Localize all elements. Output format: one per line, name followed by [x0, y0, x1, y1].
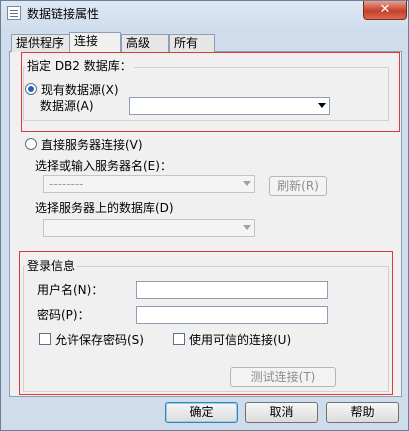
- save-password-label: 允许保存密码(S): [55, 333, 144, 347]
- refresh-button[interactable]: 刷新(R): [269, 176, 327, 196]
- login-group-legend: 登录信息: [25, 257, 78, 274]
- chevron-down-icon: [242, 178, 252, 188]
- save-password-checkbox[interactable]: [39, 333, 51, 345]
- username-field[interactable]: [136, 281, 328, 299]
- tab-all[interactable]: 所有: [169, 34, 215, 52]
- existing-source-label: 现有数据源(X): [41, 83, 119, 97]
- ok-button[interactable]: 确定: [165, 402, 238, 423]
- password-field[interactable]: [136, 306, 328, 324]
- server-name-label: 选择或输入服务器名(E)：: [35, 159, 172, 173]
- direct-connection-label: 直接服务器连接(V): [41, 138, 143, 152]
- tab-connection[interactable]: 连接: [69, 32, 121, 52]
- source-label: 数据源(A): [40, 99, 94, 113]
- close-button[interactable]: ✕: [363, 1, 407, 20]
- db2-group-legend: 指定 DB2 数据库：: [25, 57, 134, 74]
- help-button[interactable]: 帮助: [326, 402, 399, 423]
- trusted-connection-label: 使用可信的连接(U): [189, 333, 292, 347]
- server-name-value: --------: [49, 177, 84, 191]
- cancel-button[interactable]: 取消: [245, 402, 318, 423]
- existing-source-radio[interactable]: [25, 83, 37, 95]
- server-name-combo[interactable]: --------: [43, 175, 255, 193]
- server-database-combo[interactable]: [43, 219, 255, 237]
- data-link-properties-window: 数据链接属性 ✕ 提供程序 连接 高级 所有 指定 DB2 数据库： 现有数据源…: [0, 0, 409, 431]
- chevron-down-icon: [242, 222, 252, 232]
- tab-advanced[interactable]: 高级: [121, 34, 169, 52]
- tab-provider[interactable]: 提供程序: [11, 34, 70, 52]
- direct-connection-radio[interactable]: [25, 138, 37, 150]
- data-source-combo[interactable]: [129, 97, 330, 115]
- trusted-connection-checkbox[interactable]: [173, 333, 185, 345]
- password-label: 密码(P)：: [37, 308, 90, 322]
- window-app-icon: [7, 6, 21, 20]
- chevron-down-icon: [317, 100, 327, 110]
- server-database-label: 选择服务器上的数据库(D): [35, 201, 174, 215]
- username-label: 用户名(N)：: [37, 283, 104, 297]
- window-title: 数据链接属性: [27, 7, 100, 21]
- test-connection-button[interactable]: 测试连接(T): [230, 367, 336, 387]
